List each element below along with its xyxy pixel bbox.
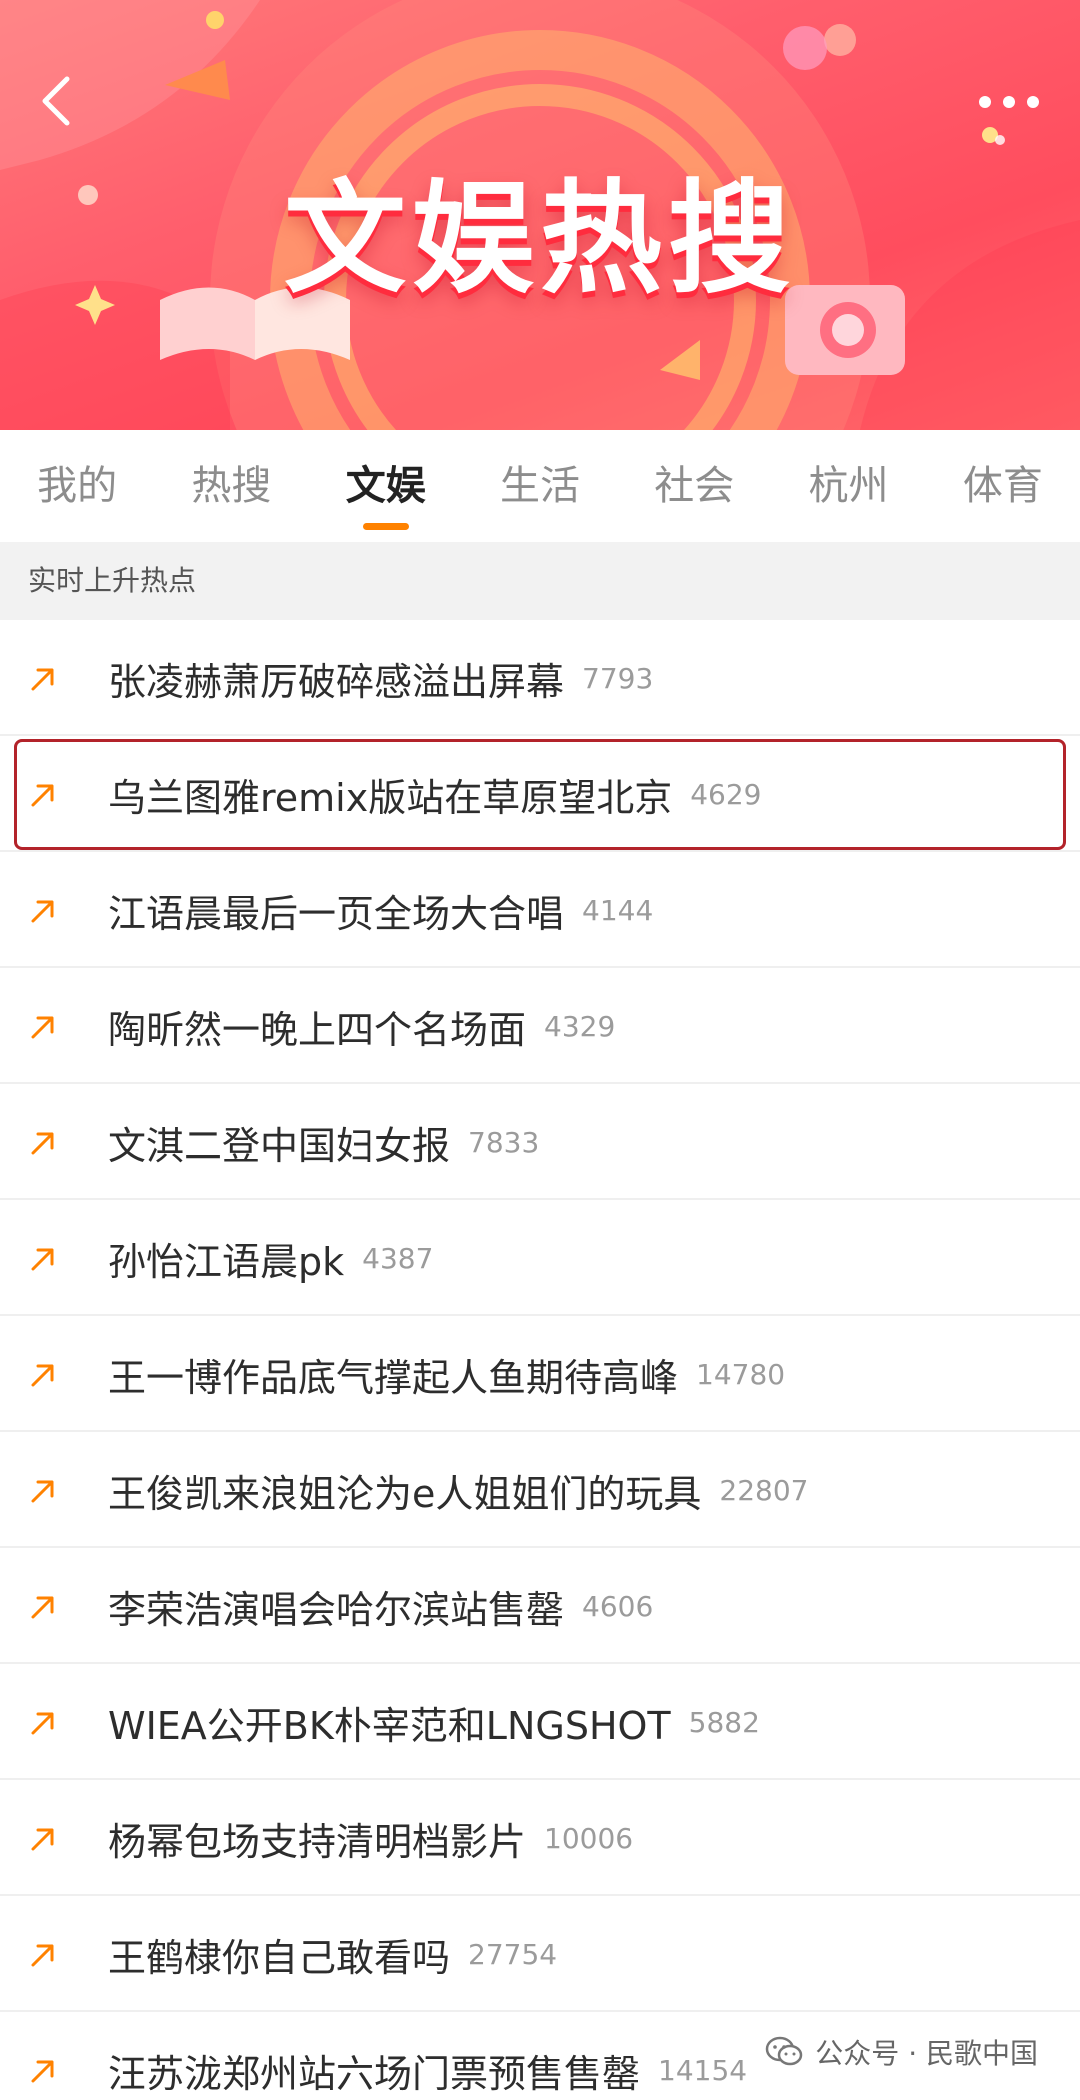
page-title: 文娱热搜	[284, 168, 796, 310]
arrow-up-right-icon	[31, 2060, 54, 2083]
list-item-count: 4629	[690, 777, 762, 811]
list-item-count: 4387	[362, 1241, 434, 1275]
tab-label: 杭州	[808, 463, 889, 509]
header-banner: 文娱热搜	[0, 0, 1080, 430]
list-item[interactable]: 江语晨最后一页全场大合唱 4144	[0, 852, 1080, 968]
list-item-content: 陶昕然一晚上四个名场面 4329	[108, 968, 615, 1084]
arrow-up-right-icon	[31, 1016, 54, 1039]
list-item[interactable]: 杨幂包场支持清明档影片 10006	[0, 1780, 1080, 1896]
arrow-up-right-icon	[31, 668, 54, 691]
trending-list: 张凌赫萧厉破碎感溢出屏幕 7793 乌兰图雅remix版站在草原望北京 4629 江语晨…	[0, 620, 1080, 2100]
list-item-content: 张凌赫萧厉破碎感溢出屏幕 7793	[108, 620, 653, 736]
list-item[interactable]: 孙怡江语晨pk 4387	[0, 1200, 1080, 1316]
list-item-content: 江语晨最后一页全场大合唱 4144	[108, 852, 653, 968]
tab-label: 体育	[962, 463, 1043, 509]
list-item-count: 7793	[582, 661, 654, 695]
tab-label: 生活	[499, 463, 580, 509]
list-item-content: 王一博作品底气撑起人鱼期待高峰 14780	[108, 1316, 785, 1432]
list-item-content: 汪苏泷郑州站六场门票预售售罄 14154	[108, 2012, 747, 2100]
more-dots-icon	[979, 96, 1039, 108]
tab-mine[interactable]: 我的	[0, 430, 154, 542]
list-item[interactable]: 陶昕然一晚上四个名场面 4329	[0, 968, 1080, 1084]
list-item-count: 5882	[688, 1705, 760, 1739]
arrow-up-right-icon	[31, 1596, 54, 1619]
arrow-up-right-icon	[31, 1828, 54, 1851]
list-item[interactable]: WIEA公开BK朴宰范和LNGSHOT 5882	[0, 1664, 1080, 1780]
list-item[interactable]: 王一博作品底气撑起人鱼期待高峰 14780	[0, 1316, 1080, 1432]
list-item-title: 汪苏泷郑州站六场门票预售售罄	[108, 2051, 641, 2096]
chevron-left-icon	[42, 76, 70, 126]
tab-life[interactable]: 生活	[463, 430, 617, 542]
list-item-title: WIEA公开BK朴宰范和LNGSHOT	[108, 1703, 671, 1748]
list-item-content: 文淇二登中国妇女报 7833	[108, 1084, 539, 1200]
tab-label: 热搜	[191, 463, 272, 509]
list-item-title: 杨幂包场支持清明档影片	[108, 1819, 527, 1864]
tab-label: 社会	[654, 463, 735, 509]
list-item-title: 乌兰图雅remix版站在草原望北京	[108, 775, 673, 820]
list-item-count: 4329	[544, 1009, 616, 1043]
arrow-up-right-icon	[31, 1364, 54, 1387]
list-item[interactable]: 王俊凯来浪姐沦为e人姐姐们的玩具 22807	[0, 1432, 1080, 1548]
arrow-up-right-icon	[31, 1944, 54, 1967]
list-item[interactable]: 王鹤棣你自己敢看吗 27754	[0, 1896, 1080, 2012]
list-item-count: 27754	[468, 1937, 558, 1971]
tab-hangzhou[interactable]: 杭州	[771, 430, 925, 542]
list-item-title: 李荣浩演唱会哈尔滨站售罄	[108, 1587, 565, 1632]
section-header: 实时上升热点	[0, 542, 1080, 620]
list-item-content: 王鹤棣你自己敢看吗 27754	[108, 1896, 557, 2012]
list-item-count: 14154	[658, 2053, 748, 2087]
list-item-title: 陶昕然一晚上四个名场面	[108, 1007, 527, 1052]
tab-society[interactable]: 社会	[617, 430, 771, 542]
category-tabs: 我的 热搜 文娱 生活 社会 杭州 体育	[0, 430, 1080, 542]
list-item-content: WIEA公开BK朴宰范和LNGSHOT 5882	[108, 1664, 760, 1780]
list-item-content: 王俊凯来浪姐沦为e人姐姐们的玩具 22807	[108, 1432, 808, 1548]
active-tab-indicator	[362, 523, 409, 530]
wechat-icon	[766, 2036, 803, 2066]
back-button[interactable]	[22, 66, 92, 136]
tab-label: 我的	[37, 463, 118, 509]
list-item[interactable]: 文淇二登中国妇女报 7833	[0, 1084, 1080, 1200]
list-item-title: 王鹤棣你自己敢看吗	[108, 1935, 451, 1980]
arrow-up-right-icon	[31, 1248, 54, 1271]
list-item-count: 22807	[719, 1473, 809, 1507]
list-item-title: 文淇二登中国妇女报	[108, 1123, 451, 1168]
list-item[interactable]: 张凌赫萧厉破碎感溢出屏幕 7793	[0, 620, 1080, 736]
list-item-title: 江语晨最后一页全场大合唱	[108, 891, 565, 936]
watermark-text: 公众号 · 民歌中国	[815, 2037, 1038, 2070]
list-item-content: 孙怡江语晨pk 4387	[108, 1200, 433, 1316]
list-item-count: 4606	[582, 1589, 654, 1623]
list-item-count: 14780	[696, 1357, 786, 1391]
list-item[interactable]: 乌兰图雅remix版站在草原望北京 4629	[0, 736, 1080, 852]
tab-sports[interactable]: 体育	[926, 430, 1080, 542]
list-item-content: 李荣浩演唱会哈尔滨站售罄 4606	[108, 1548, 653, 1664]
list-item-content: 杨幂包场支持清明档影片 10006	[108, 1780, 633, 1896]
list-item-count: 10006	[544, 1821, 634, 1855]
arrow-up-right-icon	[31, 1712, 54, 1735]
list-item-title: 孙怡江语晨pk	[108, 1239, 345, 1284]
tab-hot[interactable]: 热搜	[154, 430, 308, 542]
watermark: 公众号 · 民歌中国	[759, 2030, 1044, 2074]
tab-entertainment[interactable]: 文娱	[309, 430, 463, 542]
more-options-button[interactable]	[964, 82, 1054, 122]
list-item-title: 王一博作品底气撑起人鱼期待高峰	[108, 1355, 679, 1400]
list-item-content: 乌兰图雅remix版站在草原望北京 4629	[108, 736, 762, 852]
list-item-count: 4144	[582, 893, 654, 927]
arrow-up-right-icon	[31, 784, 54, 807]
arrow-up-right-icon	[31, 1480, 54, 1503]
list-item-title: 王俊凯来浪姐沦为e人姐姐们的玩具	[108, 1471, 702, 1516]
list-item-title: 张凌赫萧厉破碎感溢出屏幕	[108, 659, 565, 704]
arrow-up-right-icon	[31, 1132, 54, 1155]
list-item[interactable]: 李荣浩演唱会哈尔滨站售罄 4606	[0, 1548, 1080, 1664]
arrow-up-right-icon	[31, 900, 54, 923]
list-item-count: 7833	[468, 1125, 540, 1159]
tab-label: 文娱	[345, 463, 426, 509]
